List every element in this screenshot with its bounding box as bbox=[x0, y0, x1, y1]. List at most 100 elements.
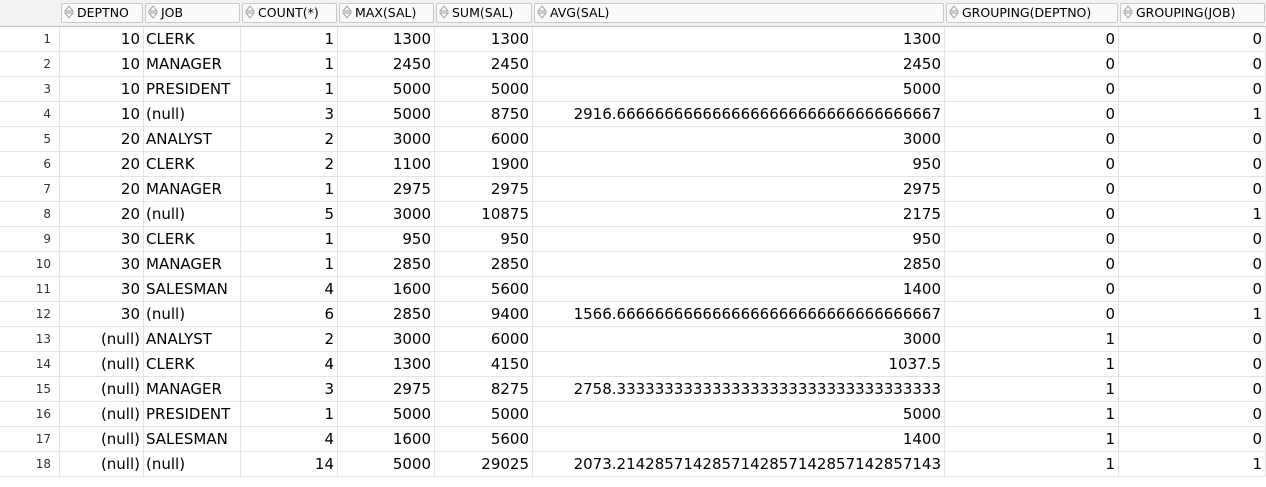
cell-job[interactable]: CLERK bbox=[144, 152, 241, 177]
cell-sum-sal[interactable]: 6000 bbox=[435, 327, 533, 352]
cell-job[interactable]: CLERK bbox=[144, 227, 241, 252]
cell-max-sal[interactable]: 5000 bbox=[338, 452, 435, 477]
cell-avg-sal[interactable]: 5000 bbox=[533, 402, 945, 427]
cell-avg-sal[interactable]: 2850 bbox=[533, 252, 945, 277]
row-number[interactable]: 17 bbox=[0, 427, 60, 452]
cell-grouping-deptno[interactable]: 0 bbox=[945, 302, 1119, 327]
cell-deptno[interactable]: 10 bbox=[60, 102, 144, 127]
cell-job[interactable]: (null) bbox=[144, 452, 241, 477]
cell-job[interactable]: MANAGER bbox=[144, 177, 241, 202]
cell-job[interactable]: SALESMAN bbox=[144, 427, 241, 452]
table-row[interactable]: 17 (null) SALESMAN 4 1600 5600 1400 1 0 bbox=[0, 427, 1266, 452]
cell-grouping-job[interactable]: 0 bbox=[1119, 352, 1266, 377]
table-row[interactable]: 14 (null) CLERK 4 1300 4150 1037.5 1 0 bbox=[0, 352, 1266, 377]
cell-grouping-job[interactable]: 1 bbox=[1119, 102, 1266, 127]
table-row[interactable]: 15 (null) MANAGER 3 2975 8275 2758.33333333333… bbox=[0, 377, 1266, 402]
cell-grouping-job[interactable]: 1 bbox=[1119, 452, 1266, 477]
column-header-job[interactable]: JOB bbox=[145, 3, 240, 23]
table-row[interactable]: 8 20 (null) 5 3000 10875 2175 0 1 bbox=[0, 202, 1266, 227]
cell-grouping-job[interactable]: 0 bbox=[1119, 127, 1266, 152]
cell-sum-sal[interactable]: 1300 bbox=[435, 27, 533, 52]
cell-sum-sal[interactable]: 29025 bbox=[435, 452, 533, 477]
row-number[interactable]: 4 bbox=[0, 102, 60, 127]
cell-max-sal[interactable]: 2975 bbox=[338, 177, 435, 202]
cell-max-sal[interactable]: 1600 bbox=[338, 277, 435, 302]
cell-grouping-job[interactable]: 0 bbox=[1119, 377, 1266, 402]
cell-grouping-deptno[interactable]: 0 bbox=[945, 152, 1119, 177]
cell-avg-sal[interactable]: 2975 bbox=[533, 177, 945, 202]
cell-sum-sal[interactable]: 5000 bbox=[435, 402, 533, 427]
cell-avg-sal[interactable]: 1400 bbox=[533, 427, 945, 452]
row-number[interactable]: 12 bbox=[0, 302, 60, 327]
table-row[interactable]: 2 10 MANAGER 1 2450 2450 2450 0 0 bbox=[0, 52, 1266, 77]
cell-count[interactable]: 1 bbox=[241, 402, 338, 427]
cell-count[interactable]: 6 bbox=[241, 302, 338, 327]
cell-grouping-job[interactable]: 0 bbox=[1119, 427, 1266, 452]
column-header-avg-sal[interactable]: AVG(SAL) bbox=[534, 3, 944, 23]
cell-count[interactable]: 2 bbox=[241, 152, 338, 177]
cell-job[interactable]: (null) bbox=[144, 202, 241, 227]
column-header-count[interactable]: COUNT(*) bbox=[242, 3, 337, 23]
row-number[interactable]: 14 bbox=[0, 352, 60, 377]
cell-count[interactable]: 1 bbox=[241, 77, 338, 102]
cell-job[interactable]: (null) bbox=[144, 302, 241, 327]
cell-sum-sal[interactable]: 5600 bbox=[435, 277, 533, 302]
cell-job[interactable]: PRESIDENT bbox=[144, 402, 241, 427]
cell-job[interactable]: PRESIDENT bbox=[144, 77, 241, 102]
cell-grouping-deptno[interactable]: 0 bbox=[945, 177, 1119, 202]
cell-sum-sal[interactable]: 10875 bbox=[435, 202, 533, 227]
table-row[interactable]: 1 10 CLERK 1 1300 1300 1300 0 0 bbox=[0, 27, 1266, 52]
cell-avg-sal[interactable]: 2450 bbox=[533, 52, 945, 77]
row-number[interactable]: 18 bbox=[0, 452, 60, 477]
cell-max-sal[interactable]: 1600 bbox=[338, 427, 435, 452]
cell-sum-sal[interactable]: 1900 bbox=[435, 152, 533, 177]
cell-grouping-deptno[interactable]: 1 bbox=[945, 377, 1119, 402]
cell-max-sal[interactable]: 3000 bbox=[338, 202, 435, 227]
table-row[interactable]: 18 (null) (null) 14 5000 29025 2073.2142857142… bbox=[0, 452, 1266, 477]
cell-deptno[interactable]: 10 bbox=[60, 52, 144, 77]
row-number[interactable]: 8 bbox=[0, 202, 60, 227]
row-number[interactable]: 9 bbox=[0, 227, 60, 252]
table-row[interactable]: 5 20 ANALYST 2 3000 6000 3000 0 0 bbox=[0, 127, 1266, 152]
cell-deptno[interactable]: (null) bbox=[60, 327, 144, 352]
cell-job[interactable]: MANAGER bbox=[144, 52, 241, 77]
cell-deptno[interactable]: (null) bbox=[60, 402, 144, 427]
cell-max-sal[interactable]: 2975 bbox=[338, 377, 435, 402]
cell-sum-sal[interactable]: 6000 bbox=[435, 127, 533, 152]
cell-grouping-deptno[interactable]: 0 bbox=[945, 202, 1119, 227]
cell-grouping-job[interactable]: 1 bbox=[1119, 302, 1266, 327]
cell-deptno[interactable]: 10 bbox=[60, 77, 144, 102]
cell-max-sal[interactable]: 2850 bbox=[338, 252, 435, 277]
column-header-grouping-job[interactable]: GROUPING(JOB) bbox=[1120, 3, 1265, 23]
cell-grouping-deptno[interactable]: 1 bbox=[945, 452, 1119, 477]
row-number[interactable]: 2 bbox=[0, 52, 60, 77]
cell-max-sal[interactable]: 2450 bbox=[338, 52, 435, 77]
table-row[interactable]: 7 20 MANAGER 1 2975 2975 2975 0 0 bbox=[0, 177, 1266, 202]
cell-avg-sal[interactable]: 1566.6666666666666666666666666666666667 bbox=[533, 302, 945, 327]
cell-deptno[interactable]: (null) bbox=[60, 452, 144, 477]
row-number[interactable]: 1 bbox=[0, 27, 60, 52]
cell-grouping-deptno[interactable]: 0 bbox=[945, 277, 1119, 302]
cell-avg-sal[interactable]: 2175 bbox=[533, 202, 945, 227]
cell-grouping-deptno[interactable]: 0 bbox=[945, 252, 1119, 277]
cell-sum-sal[interactable]: 9400 bbox=[435, 302, 533, 327]
cell-count[interactable]: 2 bbox=[241, 327, 338, 352]
cell-job[interactable]: SALESMAN bbox=[144, 277, 241, 302]
cell-deptno[interactable]: (null) bbox=[60, 352, 144, 377]
table-row[interactable]: 13 (null) ANALYST 2 3000 6000 3000 1 0 bbox=[0, 327, 1266, 352]
table-row[interactable]: 16 (null) PRESIDENT 1 5000 5000 5000 1 0 bbox=[0, 402, 1266, 427]
cell-deptno[interactable]: 30 bbox=[60, 277, 144, 302]
cell-max-sal[interactable]: 5000 bbox=[338, 402, 435, 427]
cell-job[interactable]: ANALYST bbox=[144, 327, 241, 352]
cell-max-sal[interactable]: 1300 bbox=[338, 352, 435, 377]
cell-avg-sal[interactable]: 5000 bbox=[533, 77, 945, 102]
cell-sum-sal[interactable]: 5000 bbox=[435, 77, 533, 102]
table-row[interactable]: 3 10 PRESIDENT 1 5000 5000 5000 0 0 bbox=[0, 77, 1266, 102]
cell-deptno[interactable]: 20 bbox=[60, 177, 144, 202]
cell-grouping-job[interactable]: 0 bbox=[1119, 327, 1266, 352]
cell-sum-sal[interactable]: 2450 bbox=[435, 52, 533, 77]
cell-deptno[interactable]: 20 bbox=[60, 152, 144, 177]
cell-count[interactable]: 1 bbox=[241, 27, 338, 52]
cell-count[interactable]: 2 bbox=[241, 127, 338, 152]
row-number[interactable]: 13 bbox=[0, 327, 60, 352]
